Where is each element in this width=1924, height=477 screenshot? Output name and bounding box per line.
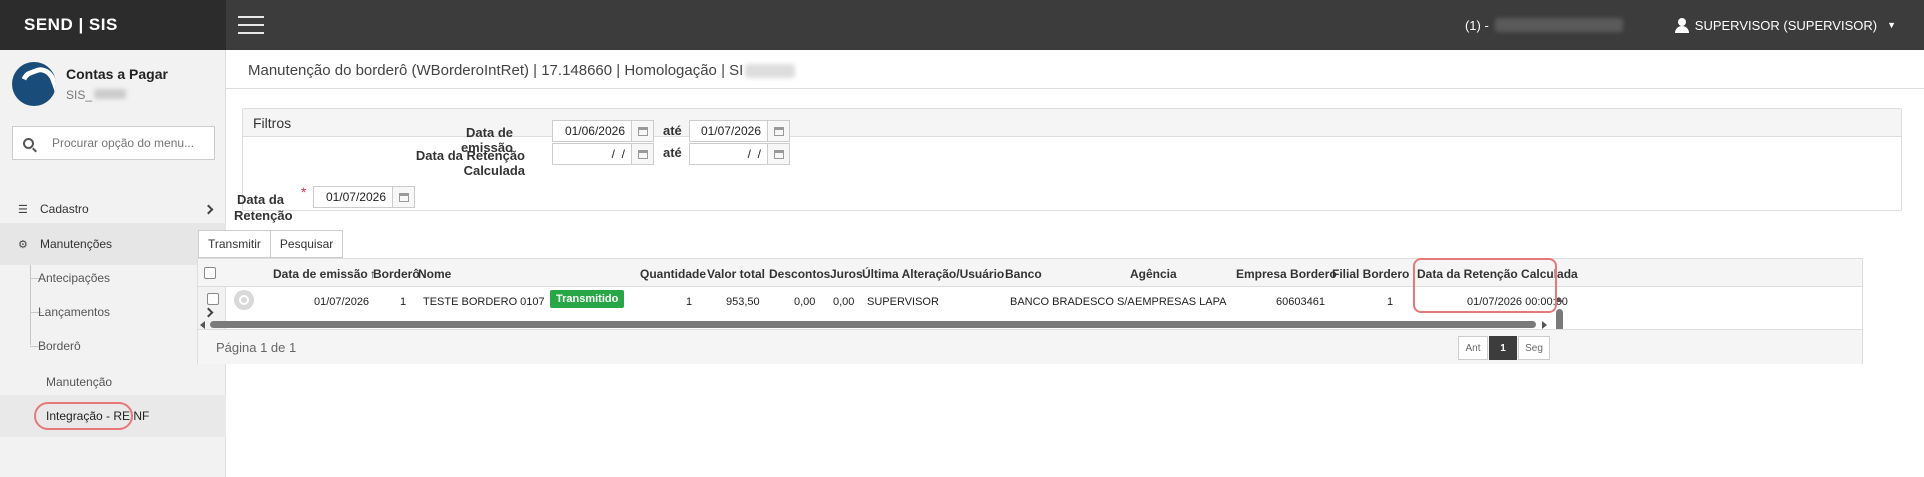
- user-icon: [1674, 17, 1689, 33]
- top-bar: SEND | SIS (1) - SUPERVISOR (SUPERVISOR)…: [0, 0, 1924, 50]
- page-1-button[interactable]: 1: [1489, 336, 1517, 360]
- caret-down-icon: ▼: [1887, 20, 1896, 30]
- col-valor-total[interactable]: Valor total: [707, 267, 765, 281]
- ate-label: até: [663, 145, 682, 160]
- cell-banco: BANCO BRADESCO S/A: [1010, 296, 1135, 308]
- menu-search-input[interactable]: [52, 136, 212, 150]
- row-search-icon[interactable]: [234, 290, 254, 310]
- scroll-left-icon[interactable]: [200, 321, 205, 329]
- module-logo-icon: [12, 62, 56, 106]
- col-quantidade[interactable]: Quantidade: [640, 267, 706, 281]
- sidebar: Contas a Pagar SIS_ ☰ Cadastro ⚙ Manuten…: [0, 50, 226, 477]
- data-grid: Data de emissão ↑ Borderô Nome Quantidade…: [197, 258, 1863, 364]
- page-title: Manutenção do borderô (WBorderoIntRet) |…: [248, 62, 796, 79]
- col-banco[interactable]: Banco: [1005, 267, 1042, 281]
- col-data-emissao[interactable]: Data de emissão ↑: [273, 267, 376, 281]
- user-menu[interactable]: SUPERVISOR (SUPERVISOR) ▼: [1674, 17, 1896, 33]
- col-juros[interactable]: Juros: [830, 267, 863, 281]
- search-icon: [23, 137, 34, 149]
- retencao-calc-from-field[interactable]: [552, 143, 654, 165]
- grid-header: Data de emissão ↑ Borderô Nome Quantidade…: [198, 259, 1862, 287]
- cell-nome: TESTE BORDERO 0107: [423, 296, 545, 308]
- module-profile: Contas a Pagar SIS_: [0, 50, 225, 116]
- user-name: SUPERVISOR (SUPERVISOR): [1694, 17, 1878, 33]
- cell-valor-total: 953,50: [726, 296, 760, 308]
- retencao-calc-label: Data da Retenção Calculada: [415, 148, 525, 178]
- session-redacted: [1494, 18, 1623, 32]
- gears-icon: ⚙: [18, 238, 28, 251]
- status-badge: Transmitido: [550, 290, 625, 308]
- select-all-checkbox[interactable]: [204, 267, 216, 279]
- highlight-annotation: [1413, 258, 1557, 313]
- horizontal-scrollbar[interactable]: [200, 320, 1550, 329]
- hamburger-menu-icon[interactable]: [238, 16, 264, 34]
- top-bar-right: (1) - SUPERVISOR (SUPERVISOR) ▼: [1464, 17, 1924, 33]
- cell-descontos: 0,00: [794, 296, 816, 308]
- sidebar-item-label: Manutenções: [40, 237, 113, 251]
- pager-text: Página 1 de 1: [216, 340, 297, 355]
- prev-page-button[interactable]: Ant: [1458, 336, 1488, 360]
- horizontal-scroll-thumb[interactable]: [210, 321, 1536, 328]
- highlight-annotation: [34, 402, 133, 430]
- divider: [226, 88, 1924, 89]
- ate-label: até: [663, 123, 682, 138]
- menu-search[interactable]: [12, 126, 215, 160]
- cell-data-emissao: 01/07/2026: [314, 296, 370, 308]
- search-button[interactable]: Pesquisar: [270, 230, 344, 258]
- col-bordero[interactable]: Borderô: [373, 267, 420, 281]
- transmit-button[interactable]: Transmitir: [198, 230, 271, 258]
- pager: Página 1 de 1 Ant 1 Seg: [198, 329, 1862, 364]
- scroll-right-icon[interactable]: [1542, 321, 1547, 329]
- cell-empresa: 60603461: [1276, 296, 1325, 308]
- cell-juros: 0,00: [833, 296, 855, 308]
- calendar-icon[interactable]: [392, 187, 414, 207]
- module-title: Contas a Pagar: [66, 66, 168, 82]
- cell-usuario: SUPERVISOR: [867, 296, 939, 308]
- calendar-icon[interactable]: [767, 144, 789, 164]
- col-filial-bordero[interactable]: Filial Bordero: [1332, 267, 1409, 281]
- retencao-calc-to-field[interactable]: [689, 143, 790, 165]
- next-page-button[interactable]: Seg: [1518, 336, 1550, 360]
- retencao-input[interactable]: [314, 187, 392, 207]
- main-content: Manutenção do borderô (WBorderoIntRet) |…: [197, 50, 1924, 477]
- calendar-icon[interactable]: [767, 121, 789, 141]
- col-agencia[interactable]: Agência: [1130, 267, 1177, 281]
- list-icon: ☰: [18, 203, 28, 216]
- required-marker: *: [301, 184, 307, 200]
- cell-filial: 1: [1387, 296, 1394, 308]
- emissao-from-field[interactable]: [552, 120, 654, 142]
- module-subtitle: SIS_: [66, 88, 168, 102]
- col-nome[interactable]: Nome: [418, 267, 451, 281]
- emissao-to-input[interactable]: [690, 121, 767, 141]
- brand-logo[interactable]: SEND | SIS: [0, 0, 226, 50]
- col-empresa-bordero[interactable]: Empresa Bordero: [1236, 267, 1337, 281]
- row-checkbox[interactable]: [207, 293, 219, 305]
- session-label: (1) -: [1464, 17, 1489, 33]
- retencao-field[interactable]: [313, 186, 415, 208]
- emissao-to-field[interactable]: [689, 120, 790, 142]
- cell-agencia: EMPRESAS LAPA: [1135, 296, 1227, 308]
- emissao-from-input[interactable]: [553, 121, 631, 141]
- chevron-right-icon: [203, 204, 214, 214]
- cell-bordero: 1: [400, 296, 407, 308]
- retencao-label: Data da Retenção: [234, 192, 293, 223]
- sidebar-item-label: Cadastro: [40, 202, 89, 216]
- col-descontos[interactable]: Descontos: [769, 267, 830, 281]
- retencao-calc-to-input[interactable]: [690, 144, 767, 164]
- retencao-calc-from-input[interactable]: [553, 144, 631, 164]
- toolbar: Transmitir Pesquisar: [197, 230, 344, 258]
- cell-quantidade: 1: [686, 296, 693, 308]
- col-ultima-alteracao[interactable]: Última Alteração/Usuário: [862, 267, 1004, 281]
- calendar-icon[interactable]: [631, 144, 653, 164]
- calendar-icon[interactable]: [631, 121, 653, 141]
